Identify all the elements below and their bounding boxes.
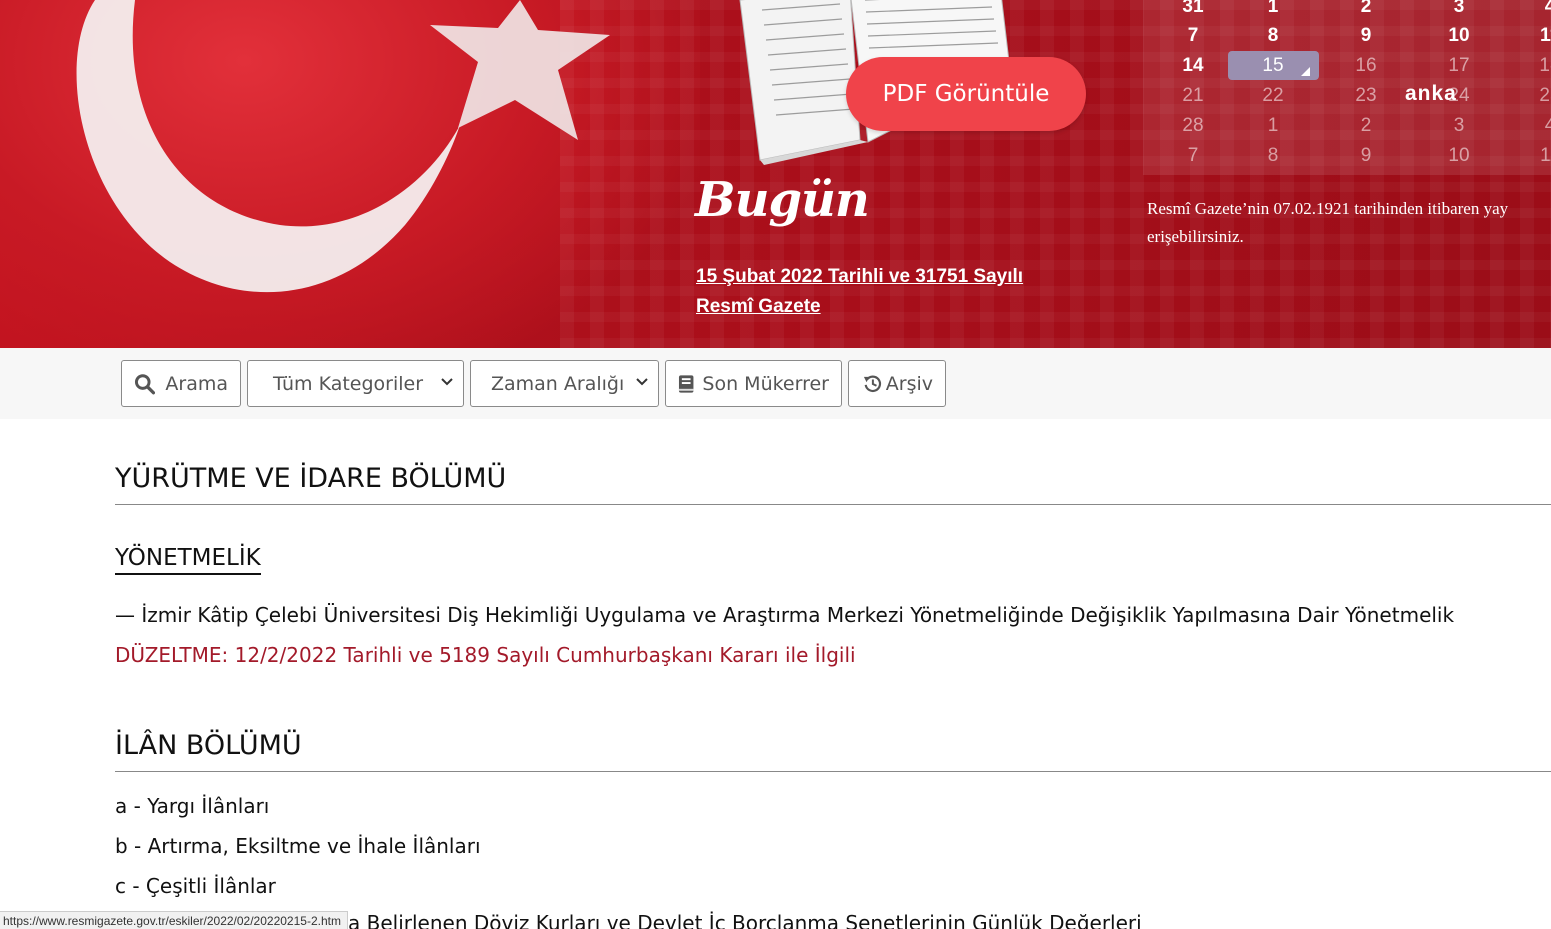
- calendar-day[interactable]: 1: [1228, 111, 1318, 141]
- calendar-day[interactable]: 3: [1414, 111, 1504, 141]
- section-title-executive: YÜRÜTME VE İDARE BÖLÜMÜ: [115, 463, 507, 494]
- search-label: Arama: [165, 372, 228, 395]
- calendar-day[interactable]: 11: [1505, 141, 1551, 171]
- calendar-day[interactable]: 9: [1321, 141, 1411, 171]
- calendar-day[interactable]: 7: [1148, 21, 1238, 51]
- calendar-day[interactable]: 10: [1414, 21, 1504, 51]
- archive-note-line2: erişebilirsiniz.: [1147, 227, 1244, 246]
- calendar-day[interactable]: 8: [1228, 21, 1318, 51]
- calendar-day[interactable]: 9: [1321, 21, 1411, 51]
- chevron-down-icon: [636, 378, 648, 386]
- category-title-regulation: YÖNETMELİK: [115, 545, 261, 575]
- calendar-day[interactable]: 18: [1505, 51, 1551, 81]
- time-range-value: Zaman Aralığı: [491, 372, 625, 395]
- calendar-day[interactable]: 21: [1148, 81, 1238, 111]
- latest-repeat-label: Son Mükerrer: [702, 372, 829, 395]
- search-icon: [134, 373, 156, 394]
- calendar-day[interactable]: 25: [1505, 81, 1551, 111]
- pdf-view-button[interactable]: PDF Görüntüle: [846, 57, 1086, 131]
- flag-crescent-star-icon: [76, 0, 610, 293]
- calendar-day[interactable]: 7: [1148, 141, 1238, 171]
- calendar-day[interactable]: 1: [1228, 0, 1318, 22]
- calendar-day[interactable]: 8: [1228, 141, 1318, 171]
- calendar-day[interactable]: 2: [1321, 0, 1411, 22]
- toolbar: Arama Tüm Kategoriler Zaman Aralığı Son …: [0, 348, 1551, 419]
- today-gazette-link[interactable]: 15 Şubat 2022 Tarihli ve 31751 Sayılı Re…: [696, 262, 1076, 322]
- announcement-link-exchange-rates[interactable]: a Belirlenen Döviz Kurları ve Devlet İç …: [348, 911, 1142, 929]
- document-link[interactable]: — İzmir Kâtip Çelebi Üniversitesi Diş He…: [115, 603, 1454, 627]
- latest-repeat-button[interactable]: Son Mükerrer: [665, 360, 842, 407]
- category-select[interactable]: Tüm Kategoriler: [247, 360, 464, 407]
- calendar-day[interactable]: 16: [1321, 51, 1411, 81]
- archive-button[interactable]: Arşiv: [848, 360, 946, 407]
- calendar-day[interactable]: 11: [1505, 21, 1551, 51]
- calendar-day[interactable]: 28: [1148, 111, 1238, 141]
- search-button[interactable]: Arama: [121, 360, 241, 407]
- archive-label: Arşiv: [885, 372, 933, 395]
- book-icon: [678, 374, 694, 393]
- calendar-day-selected[interactable]: 15: [1228, 51, 1318, 81]
- calendar-day[interactable]: 17: [1414, 51, 1504, 81]
- calendar-day[interactable]: 22: [1228, 81, 1318, 111]
- announcement-link-judicial[interactable]: a - Yargı İlânları: [115, 794, 269, 818]
- calendar-day[interactable]: 2: [1321, 111, 1411, 141]
- section-divider: [115, 771, 1551, 772]
- calendar-day[interactable]: 23: [1321, 81, 1411, 111]
- announcement-link-tender[interactable]: b - Artırma, Eksiltme ve İhale İlânları: [115, 834, 481, 858]
- today-link-line1: 15 Şubat 2022 Tarihli ve 31751 Sayılı: [696, 266, 1024, 287]
- archive-note: Resmî Gazete’nin 07.02.1921 tarihinden i…: [1147, 195, 1551, 251]
- category-select-value: Tüm Kategoriler: [273, 372, 424, 395]
- calendar-day[interactable]: 3: [1414, 0, 1504, 22]
- history-icon: [863, 375, 882, 392]
- section-title-announcements: İLÂN BÖLÜMÜ: [115, 730, 302, 761]
- calendar-day[interactable]: 14: [1148, 51, 1238, 81]
- status-bar-url: https://www.resmigazete.gov.tr/eskiler/2…: [0, 911, 348, 929]
- today-title: Bugün: [695, 172, 870, 228]
- section-divider: [115, 504, 1551, 505]
- calendar-day[interactable]: 4: [1505, 111, 1551, 141]
- archive-note-line1: Resmî Gazete’nin 07.02.1921 tarihinden i…: [1147, 199, 1509, 218]
- calendar-day[interactable]: 10: [1414, 141, 1504, 171]
- calendar-day[interactable]: 31: [1148, 0, 1238, 22]
- calendar-day[interactable]: 4: [1505, 0, 1551, 22]
- chevron-down-icon: [441, 378, 453, 386]
- anka-watermark-logo: anka: [1405, 82, 1457, 105]
- announcement-link-misc[interactable]: c - Çeşitli İlânlar: [115, 874, 276, 898]
- correction-link[interactable]: DÜZELTME: 12/2/2022 Tarihli ve 5189 Sayı…: [115, 643, 856, 667]
- time-range-select[interactable]: Zaman Aralığı: [470, 360, 659, 407]
- today-link-line2: Resmî Gazete: [696, 296, 821, 317]
